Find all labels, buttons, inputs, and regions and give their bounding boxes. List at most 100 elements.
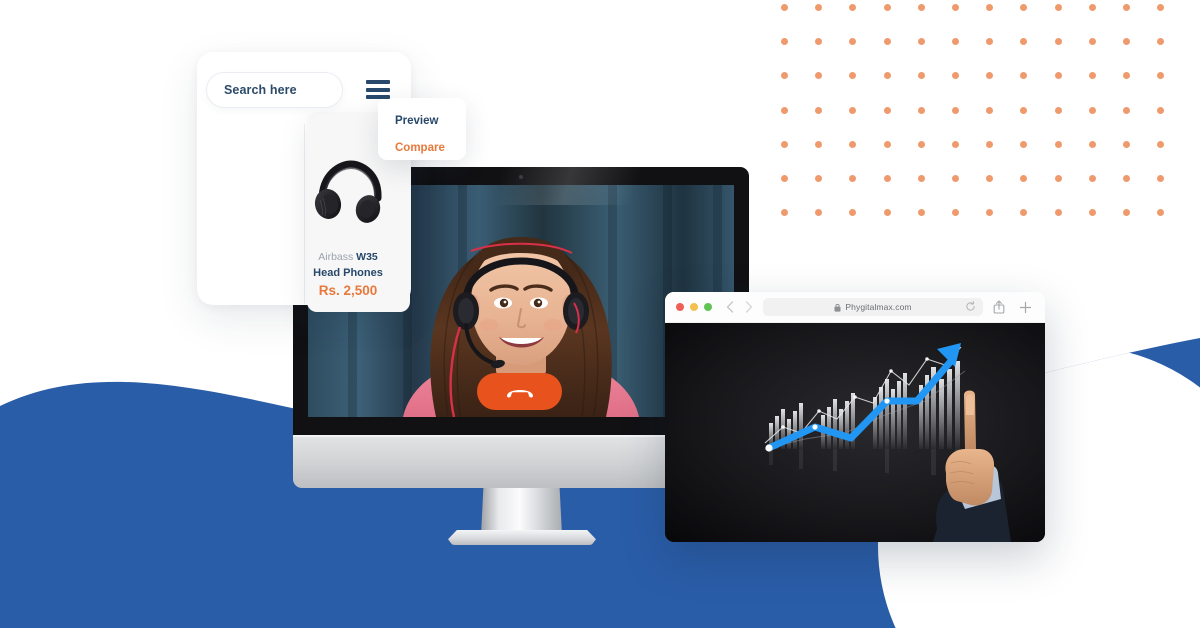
grid-dot: [781, 209, 788, 217]
grid-dot: [986, 4, 994, 11]
grid-dot: [1088, 38, 1096, 46]
chevron-right-icon[interactable]: [745, 301, 753, 313]
grid-dot: [1122, 4, 1130, 11]
grid-dot: [781, 38, 788, 46]
grid-dot: [917, 174, 925, 182]
grid-dot: [815, 174, 823, 182]
navigation-arrows[interactable]: [726, 301, 753, 313]
grid-dot: [1122, 174, 1130, 182]
grid-dot: [1157, 140, 1165, 148]
grid-dot: [917, 4, 925, 11]
monitor-stand-neck: [481, 487, 562, 535]
grid-dot: [815, 209, 823, 217]
end-call-button[interactable]: [477, 373, 562, 410]
maximize-window-button[interactable]: [704, 303, 712, 311]
grid-dot: [1122, 209, 1130, 217]
grid-dot: [1088, 140, 1096, 148]
grid-dot: [1054, 106, 1062, 114]
grid-dot: [1157, 106, 1165, 114]
grid-dot: [1088, 209, 1096, 217]
grid-dot: [781, 174, 788, 182]
grid-dot: [986, 140, 994, 148]
product-name: Head Phones: [313, 267, 383, 279]
grid-dot: [849, 174, 857, 182]
toolbar-icons[interactable]: [993, 300, 1032, 314]
grid-dot: [1122, 72, 1130, 80]
grid-dot: [1088, 72, 1096, 80]
headphones-image: [314, 160, 382, 223]
grid-dot: [1020, 140, 1028, 148]
grid-dot: [917, 209, 925, 217]
grid-dot: [951, 106, 959, 114]
grid-dot: [1088, 174, 1096, 182]
window-controls[interactable]: [676, 303, 712, 311]
menu-item-compare[interactable]: Compare: [395, 135, 466, 162]
dot-grid-decoration: [770, 0, 1190, 232]
grid-dot: [1157, 174, 1165, 182]
grid-dot: [917, 106, 925, 114]
grid-dot: [815, 38, 823, 46]
grid-dot: [883, 72, 891, 80]
grid-dot: [781, 4, 788, 11]
grid-dot: [849, 72, 857, 80]
chevron-left-icon[interactable]: [726, 301, 734, 313]
url-text: Phygitalmax.com: [845, 302, 912, 312]
grid-dot: [781, 140, 788, 148]
menu-dropdown: Preview Compare: [378, 98, 466, 160]
share-icon[interactable]: [993, 300, 1005, 314]
grid-dot: [1020, 38, 1028, 46]
grid-dot: [883, 106, 891, 114]
grid-dot: [1020, 209, 1028, 217]
grid-dot: [1157, 209, 1165, 217]
grid-dot: [883, 174, 891, 182]
grid-dot: [1157, 72, 1165, 80]
grid-dot: [951, 174, 959, 182]
grid-dot: [951, 72, 959, 80]
reload-icon[interactable]: [965, 301, 976, 312]
browser-page-content: [665, 323, 1045, 542]
grid-dot: [1054, 4, 1062, 11]
grid-dot: [1054, 174, 1062, 182]
grid-dot: [815, 106, 823, 114]
grid-dot: [781, 106, 788, 114]
grid-dot: [1122, 106, 1130, 114]
grid-dot: [1122, 140, 1130, 148]
grid-dot: [1054, 72, 1062, 80]
grid-dot: [849, 38, 857, 46]
grid-dot: [1020, 174, 1028, 182]
grid-dot: [849, 106, 857, 114]
search-input[interactable]: Search here: [206, 72, 343, 108]
minimize-window-button[interactable]: [690, 303, 698, 311]
grid-dot: [883, 209, 891, 217]
grid-dot: [986, 72, 994, 80]
grid-dot: [815, 140, 823, 148]
hamburger-bar: [366, 80, 390, 84]
grid-dot: [1157, 4, 1165, 11]
grid-dot: [1157, 38, 1165, 46]
hamburger-icon[interactable]: [366, 80, 390, 99]
close-window-button[interactable]: [676, 303, 684, 311]
business-growth-chart-image: [665, 323, 1045, 542]
grid-dot: [1088, 106, 1096, 114]
grid-dot: [917, 38, 925, 46]
grid-dot: [1020, 72, 1028, 80]
grid-dot: [1088, 4, 1096, 11]
grid-dot: [986, 209, 994, 217]
grid-dot: [1020, 4, 1028, 11]
grid-dot: [1054, 209, 1062, 217]
search-input-text: Search here: [224, 83, 297, 97]
grid-dot: [917, 140, 925, 148]
browser-toolbar: Phygitalmax.com: [665, 292, 1045, 323]
grid-dot: [849, 4, 857, 11]
grid-dot: [883, 38, 891, 46]
grid-dot: [986, 174, 994, 182]
grid-dot: [815, 72, 823, 80]
grid-dot: [951, 209, 959, 217]
hamburger-bar: [366, 95, 390, 99]
product-model: Airbass W35: [298, 250, 398, 265]
hamburger-bar: [366, 87, 390, 92]
grid-dot: [1122, 38, 1130, 46]
plus-icon[interactable]: [1019, 301, 1032, 314]
menu-item-preview[interactable]: Preview: [395, 108, 466, 135]
url-bar[interactable]: Phygitalmax.com: [763, 298, 983, 316]
